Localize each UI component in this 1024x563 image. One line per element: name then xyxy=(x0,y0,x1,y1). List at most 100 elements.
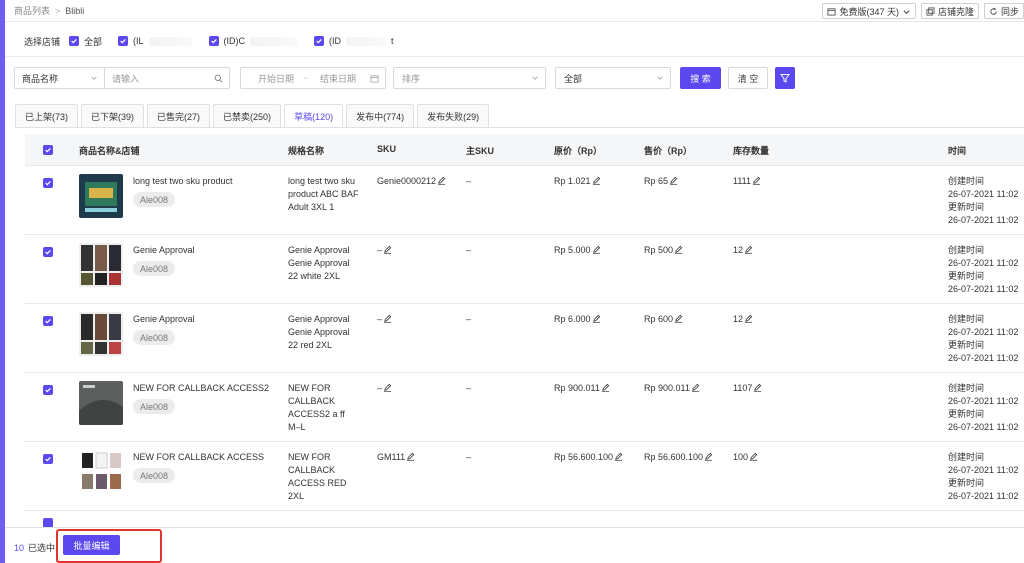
search-button[interactable]: 搜 索 xyxy=(680,67,721,89)
product-name[interactable]: Genie Approval xyxy=(133,314,195,324)
updated-time: 26-07-2021 11:02 xyxy=(948,215,1019,225)
check-icon xyxy=(45,180,51,186)
edit-icon[interactable] xyxy=(674,245,683,254)
select-all-checkbox[interactable] xyxy=(43,145,53,155)
checkbox-checked[interactable] xyxy=(314,36,325,46)
breadcrumb-parent[interactable]: 商品列表 xyxy=(14,6,50,16)
edit-icon[interactable] xyxy=(744,245,753,254)
edit-icon[interactable] xyxy=(752,176,761,185)
checkbox-checked[interactable] xyxy=(69,36,80,46)
tab-publishing[interactable]: 发布中(774) xyxy=(346,104,415,128)
edit-icon[interactable] xyxy=(383,383,392,392)
edit-icon[interactable] xyxy=(753,383,762,392)
product-name[interactable]: NEW FOR CALLBACK ACCESS xyxy=(133,452,264,462)
store-tag: Ale008 xyxy=(133,192,176,207)
edit-icon[interactable] xyxy=(674,314,683,323)
check-icon xyxy=(45,249,51,255)
row-checkbox[interactable] xyxy=(43,316,53,326)
updated-label: 更新时间 xyxy=(948,202,985,212)
checkbox-checked[interactable] xyxy=(118,36,129,46)
updated-label: 更新时间 xyxy=(948,271,985,281)
status-select[interactable]: 全部 xyxy=(555,67,671,89)
batch-edit-button[interactable]: 批量编辑 xyxy=(63,535,120,555)
sale-price-value: Rp 600 xyxy=(644,314,674,324)
row-checkbox[interactable] xyxy=(43,454,53,464)
edit-icon[interactable] xyxy=(406,452,415,461)
check-icon xyxy=(45,456,51,462)
sku-cell: – xyxy=(377,313,392,326)
column-header-sku: SKU xyxy=(377,144,397,154)
edit-icon[interactable] xyxy=(437,176,446,185)
refresh-icon xyxy=(990,7,997,15)
tab-label: 已下架(39) xyxy=(91,112,135,122)
stock-cell: 100 xyxy=(733,451,758,464)
field-select[interactable]: 商品名称 xyxy=(14,67,105,89)
parent-sku-cell: – xyxy=(466,382,471,395)
parent-sku-cell: – xyxy=(466,313,471,326)
store-option-all[interactable]: 全部 xyxy=(69,35,102,48)
sku-value: Genie0000212 xyxy=(377,176,437,186)
store-clone-button[interactable]: 店铺克隆 xyxy=(920,3,979,19)
tab-banned[interactable]: 已禁卖(250) xyxy=(213,104,282,128)
sort-select[interactable]: 排序 xyxy=(393,67,546,89)
time-cell: 创建时间 26-07-2021 11:02 更新时间 26-07-2021 11… xyxy=(948,451,1024,503)
tab-draft[interactable]: 草稿(120) xyxy=(284,104,344,128)
edit-icon[interactable] xyxy=(704,452,713,461)
tab-sold-out[interactable]: 已售完(27) xyxy=(147,104,211,128)
check-icon xyxy=(316,38,322,44)
edit-icon[interactable] xyxy=(592,176,601,185)
edit-icon[interactable] xyxy=(383,245,392,254)
table-row: Genie Approval Ale008 Genie Approval Geni… xyxy=(25,235,1024,304)
store-option[interactable]: (ID)C xyxy=(208,36,299,46)
updated-label: 更新时间 xyxy=(948,409,985,419)
edit-icon[interactable] xyxy=(749,452,758,461)
edit-icon[interactable] xyxy=(601,383,610,392)
clear-button[interactable]: 清 空 xyxy=(728,67,768,89)
tab-publish-failed[interactable]: 发布失败(29) xyxy=(417,104,490,128)
sync-button[interactable]: 同步 xyxy=(983,3,1024,19)
advanced-filter-button[interactable] xyxy=(775,67,795,89)
parent-sku-cell: – xyxy=(466,451,471,464)
edit-icon[interactable] xyxy=(691,383,700,392)
updated-label: 更新时间 xyxy=(948,478,985,488)
search-input[interactable]: 请输入 xyxy=(104,67,230,89)
store-tag: Ale008 xyxy=(133,261,176,276)
edit-icon[interactable] xyxy=(383,314,392,323)
checkbox-checked[interactable] xyxy=(208,36,219,46)
row-checkbox[interactable] xyxy=(43,178,53,188)
spec-line: ACCESS RED xyxy=(288,478,347,488)
parent-sku-value: – xyxy=(466,383,472,393)
date-range-picker[interactable]: 开始日期 ~ 结束日期 xyxy=(240,67,386,89)
tab-label: 已售完(27) xyxy=(157,112,201,122)
created-label: 创建时间 xyxy=(948,314,985,324)
row-checkbox[interactable] xyxy=(43,247,53,257)
store-option-label: (ID)C xyxy=(223,36,246,46)
store-option[interactable]: (ID t xyxy=(314,36,394,46)
tab-listed[interactable]: 已上架(73) xyxy=(15,104,79,128)
table-row: long test two sku product Ale008 long te… xyxy=(25,166,1024,235)
stock-value: 1107 xyxy=(733,383,753,393)
time-cell: 创建时间 26-07-2021 11:02 更新时间 26-07-2021 11… xyxy=(948,313,1024,365)
chevron-down-icon xyxy=(657,76,663,80)
edit-icon[interactable] xyxy=(669,176,678,185)
product-name[interactable]: long test two sku product xyxy=(133,176,233,186)
edit-icon[interactable] xyxy=(592,314,601,323)
check-icon xyxy=(120,38,126,44)
edit-icon[interactable] xyxy=(744,314,753,323)
sku-cell: GM111 xyxy=(377,451,415,464)
sale-price-value: Rp 56.600.100 xyxy=(644,452,704,462)
store-option[interactable]: (IL xyxy=(118,36,193,46)
product-name[interactable]: NEW FOR CALLBACK ACCESS2 xyxy=(133,383,269,393)
store-tag: Ale008 xyxy=(133,468,176,483)
spec-line: M–L xyxy=(288,422,306,432)
edit-icon[interactable] xyxy=(592,245,601,254)
product-thumbnail xyxy=(79,450,123,494)
plan-dropdown[interactable]: 免费版(347 天) xyxy=(822,3,916,19)
tab-delisted[interactable]: 已下架(39) xyxy=(81,104,145,128)
row-checkbox[interactable] xyxy=(43,385,53,395)
field-select-value: 商品名称 xyxy=(22,73,59,84)
spec-line: long test two sku xyxy=(288,176,356,186)
edit-icon[interactable] xyxy=(614,452,623,461)
product-name[interactable]: Genie Approval xyxy=(133,245,195,255)
spec-line: Adult 3XL 1 xyxy=(288,202,335,212)
